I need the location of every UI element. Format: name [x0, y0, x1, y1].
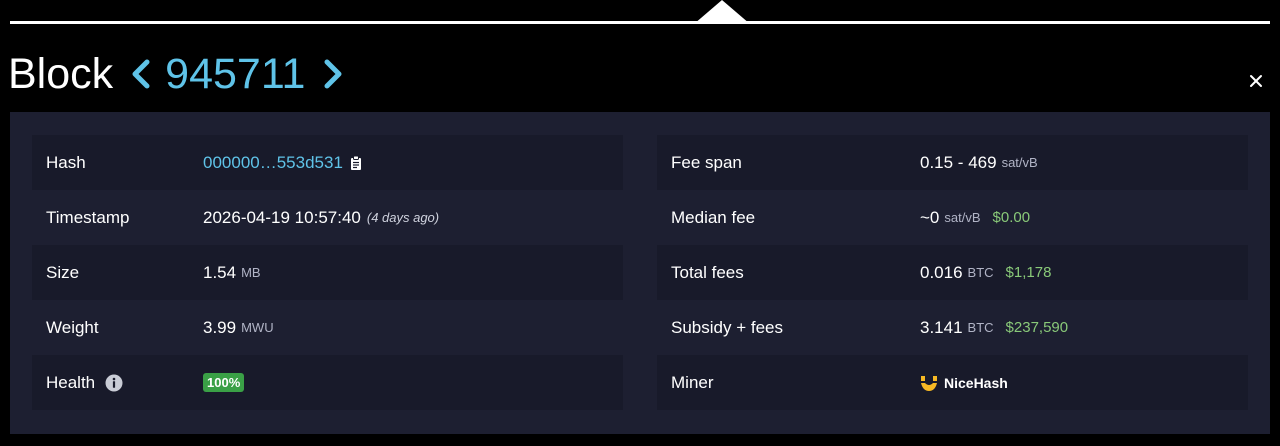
close-button[interactable]	[1247, 72, 1265, 90]
page-title: Block	[8, 49, 114, 98]
fee-span-label: Fee span	[671, 152, 742, 172]
size-value-cell: 1.54 MB	[203, 263, 261, 283]
block-number-link[interactable]: 945711	[165, 50, 305, 99]
health-label-cell: Health	[32, 373, 203, 393]
top-divider	[10, 21, 1270, 24]
timestamp-value: 2026-04-19 10:57:40	[203, 207, 361, 227]
timestamp-value-cell: 2026-04-19 10:57:40 (4 days ago)	[203, 208, 439, 228]
total-fees-value-cell: 0.016 BTC $1,178	[920, 263, 1051, 283]
hash-value-cell: 000000…553d531	[203, 153, 363, 173]
hash-label: Hash	[46, 152, 86, 172]
miner-row: Miner NiceHash	[657, 355, 1248, 410]
total-fees-unit: BTC	[967, 265, 994, 280]
fee-span-unit: sat/vB	[1001, 155, 1038, 170]
health-label: Health	[46, 372, 96, 392]
block-details-panel: Hash 000000…553d531 Timestamp 2026-04-19…	[10, 112, 1270, 434]
median-fee-value-cell: ~0 sat/vB $0.00	[920, 208, 1030, 228]
hash-row: Hash 000000…553d531	[32, 135, 623, 190]
size-label: Size	[46, 262, 80, 282]
timestamp-label: Timestamp	[46, 207, 130, 227]
median-fee-value: ~0	[920, 207, 940, 227]
size-unit: MB	[241, 265, 261, 280]
subsidy-fees-unit: BTC	[967, 320, 994, 335]
miner-label: Miner	[671, 372, 714, 392]
health-badge[interactable]: 100%	[203, 373, 245, 392]
health-row: Health 100%	[32, 355, 623, 410]
previous-block-button[interactable]	[127, 54, 157, 94]
weight-value: 3.99	[203, 317, 237, 337]
chevron-right-icon	[324, 59, 342, 89]
copy-hash-button[interactable]	[349, 155, 363, 171]
block-details-table-left: Hash 000000…553d531 Timestamp 2026-04-19…	[32, 135, 623, 410]
miner-link[interactable]: NiceHash	[920, 374, 1008, 392]
close-icon	[1250, 75, 1262, 87]
clipboard-icon	[350, 155, 361, 170]
subsidy-fees-value-cell: 3.141 BTC $237,590	[920, 318, 1068, 338]
fee-span-value-cell: 0.15 - 469 sat/vB	[920, 153, 1038, 173]
weight-label: Weight	[46, 317, 99, 337]
nicehash-logo-icon	[920, 374, 938, 392]
size-row: Size 1.54 MB	[32, 245, 623, 300]
median-fee-fiat: $0.00	[992, 209, 1031, 226]
timestamp-row: Timestamp 2026-04-19 10:57:40 (4 days ag…	[32, 190, 623, 245]
total-fees-label: Total fees	[671, 262, 744, 282]
weight-row: Weight 3.99 MWU	[32, 300, 623, 355]
subsidy-fees-value: 3.141	[920, 317, 963, 337]
miner-name: NiceHash	[944, 374, 1008, 391]
median-fee-row: Median fee ~0 sat/vB $0.00	[657, 190, 1248, 245]
median-fee-unit: sat/vB	[944, 210, 981, 225]
size-value: 1.54	[203, 262, 237, 282]
block-header: Block 945711	[8, 46, 347, 102]
fee-span-value: 0.15 - 469	[920, 152, 997, 172]
hash-link[interactable]: 000000…553d531	[203, 153, 343, 173]
subsidy-fees-label: Subsidy + fees	[671, 317, 783, 337]
total-fees-value: 0.016	[920, 262, 963, 282]
timestamp-relative: (4 days ago)	[366, 210, 440, 225]
total-fees-fiat: $1,178	[1005, 264, 1052, 281]
next-block-button[interactable]	[317, 54, 347, 94]
median-fee-label: Median fee	[671, 207, 756, 227]
subsidy-fees-fiat: $237,590	[1005, 319, 1069, 336]
weight-unit: MWU	[241, 320, 274, 335]
health-value-cell: 100%	[203, 373, 245, 392]
health-info-button[interactable]	[105, 374, 123, 392]
fee-span-row: Fee span 0.15 - 469 sat/vB	[657, 135, 1248, 190]
info-icon	[105, 374, 123, 391]
weight-value-cell: 3.99 MWU	[203, 318, 274, 338]
block-details-table-right: Fee span 0.15 - 469 sat/vB Median fee ~0…	[657, 135, 1248, 410]
subsidy-fees-row: Subsidy + fees 3.141 BTC $237,590	[657, 300, 1248, 355]
chevron-left-icon	[132, 59, 150, 89]
miner-value-cell: NiceHash	[920, 374, 1008, 392]
total-fees-row: Total fees 0.016 BTC $1,178	[657, 245, 1248, 300]
pointer-notch	[694, 0, 750, 24]
